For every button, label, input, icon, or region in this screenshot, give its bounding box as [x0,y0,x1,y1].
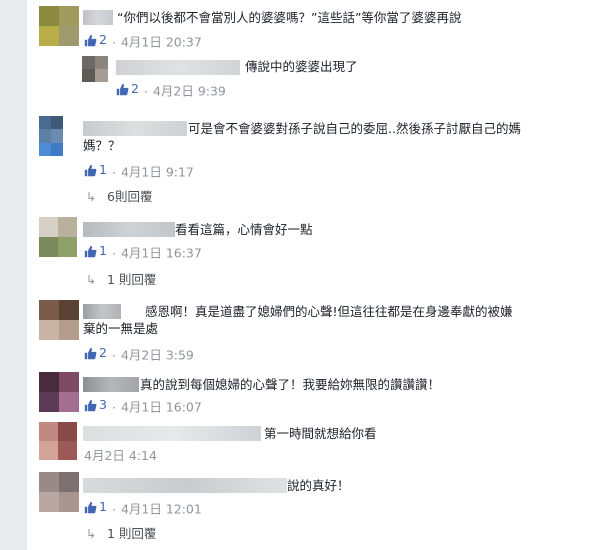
comment-text-line2: 媽？？ [83,138,121,153]
view-replies-link[interactable]: ↳ 1 則回覆 [86,526,156,542]
thumbs-up-icon [84,501,97,513]
comment-text-line2: 棄的一無是處 [83,321,159,336]
avatar[interactable] [39,6,79,46]
blurred-commenter-name[interactable] [116,60,240,75]
timestamp[interactable]: 4月1日 20:37 [121,35,202,50]
separator-dot: · [111,347,116,363]
separator-dot: · [111,399,116,415]
like-count[interactable]: 2 [84,345,107,361]
avatar[interactable] [39,472,79,512]
timestamp[interactable]: 4月2日 3:59 [121,348,194,363]
avatar[interactable] [39,116,63,156]
avatar[interactable] [39,372,79,412]
timestamp[interactable]: 4月1日 12:01 [121,502,202,517]
blurred-commenter-name[interactable] [83,10,113,25]
separator-dot: · [111,164,116,180]
comment-1: “你們以後都不會當別人的婆婆嗎？”這些話”等你當了婆婆再說 2 · 4月1日 20… [27,0,598,52]
comment-meta: 1 · 4月1日 12:01 [84,499,202,517]
reply-arrow-icon: ↳ [86,273,97,287]
comment-3: 看看這篇，心情會好一點 1 · 4月1日 16:37 ↳ 1 則回覆 [27,210,598,290]
avatar[interactable] [39,422,77,460]
comment-text: 真的說到每個媳婦的心聲了！我要給妳無限的讚讚讚！ [140,377,441,392]
separator-dot: · [111,34,116,50]
like-count[interactable]: 1 [84,243,107,259]
comment-meta: 1 · 4月1日 9:17 [84,162,194,180]
view-replies-link[interactable]: ↳ 6則回覆 [86,189,152,205]
avatar[interactable] [39,300,79,340]
comment-meta: 4月2日 4:14 [84,448,157,464]
comment-meta: 2 · 4月2日 9:39 [116,81,226,99]
comment-7: 說的真好！ 1 · 4月1日 12:01 ↳ 1 則回覆 [27,466,598,550]
comment-2: 可是會不會婆婆對孫子說自己的委屈..然後孫子討厭自己的媽 媽？？ 1 · 4月1日… [27,110,598,208]
timestamp[interactable]: 4月1日 9:17 [121,165,194,180]
comment-6: 第一時間就想給你看 4月2日 4:14 [27,418,598,470]
like-count[interactable]: 2 [84,32,107,48]
comment-meta: 2 · 4月2日 3:59 [84,345,194,363]
blurred-commenter-name[interactable] [83,478,287,493]
reply-1: 傳說中的婆婆出現了 2 · 4月2日 9:39 [27,52,598,102]
comment-meta: 3 · 4月1日 16:07 [84,397,202,415]
timestamp[interactable]: 4月1日 16:07 [121,400,202,415]
thumbs-up-icon [84,399,97,411]
timestamp[interactable]: 4月2日 9:39 [153,84,226,99]
reply-arrow-icon: ↳ [86,190,97,204]
comment-text: 可是會不會婆婆對孫子說自己的委屈..然後孫子討厭自己的媽 [188,121,521,136]
comment-text: 感恩啊！真是道盡了媳婦們的心聲!但這往往都是在身邊奉獻的被嫌 [145,304,513,319]
thumbs-up-icon [84,34,97,46]
blurred-commenter-name[interactable] [83,377,139,392]
thumbs-up-icon [84,245,97,257]
left-edge-rail [0,0,28,550]
blurred-commenter-name[interactable] [83,222,175,237]
separator-dot: · [111,245,116,261]
avatar[interactable] [39,217,77,257]
comment-text: 說的真好！ [287,478,350,493]
comment-text: 第一時間就想給你看 [264,426,377,441]
comment-text: “你們以後都不會當別人的婆婆嗎？”這些話”等你當了婆婆再說 [117,10,462,25]
view-replies-link[interactable]: ↳ 1 則回覆 [86,272,156,288]
like-count[interactable]: 2 [116,81,139,97]
timestamp[interactable]: 4月2日 4:14 [84,448,157,463]
separator-dot: · [111,501,116,517]
comments-panel: “你們以後都不會當別人的婆婆嗎？”這些話”等你當了婆婆再說 2 · 4月1日 20… [27,0,598,550]
like-count[interactable]: 1 [84,162,107,178]
comment-meta: 2 · 4月1日 20:37 [84,32,202,50]
comment-meta: 1 · 4月1日 16:37 [84,243,202,261]
timestamp[interactable]: 4月1日 16:37 [121,246,202,261]
avatar[interactable] [82,56,108,82]
separator-dot: · [143,83,148,99]
blurred-commenter-name[interactable] [83,304,121,319]
like-count[interactable]: 1 [84,499,107,515]
comment-4: 感恩啊！真是道盡了媳婦們的心聲!但這往往都是在身邊奉獻的被嫌 棄的一無是處 2 … [27,294,598,364]
like-count[interactable]: 3 [84,397,107,413]
comment-5: 真的說到每個媳婦的心聲了！我要給妳無限的讚讚讚！ 3 · 4月1日 16:07 [27,366,598,418]
thumbs-up-icon [116,83,129,95]
thumbs-up-icon [84,347,97,359]
blurred-commenter-name[interactable] [83,121,187,136]
comment-text: 傳說中的婆婆出現了 [245,59,358,74]
reply-arrow-icon: ↳ [86,527,97,541]
blurred-commenter-name[interactable] [83,426,261,441]
thumbs-up-icon [84,164,97,176]
comment-text: 看看這篇，心情會好一點 [175,222,313,237]
